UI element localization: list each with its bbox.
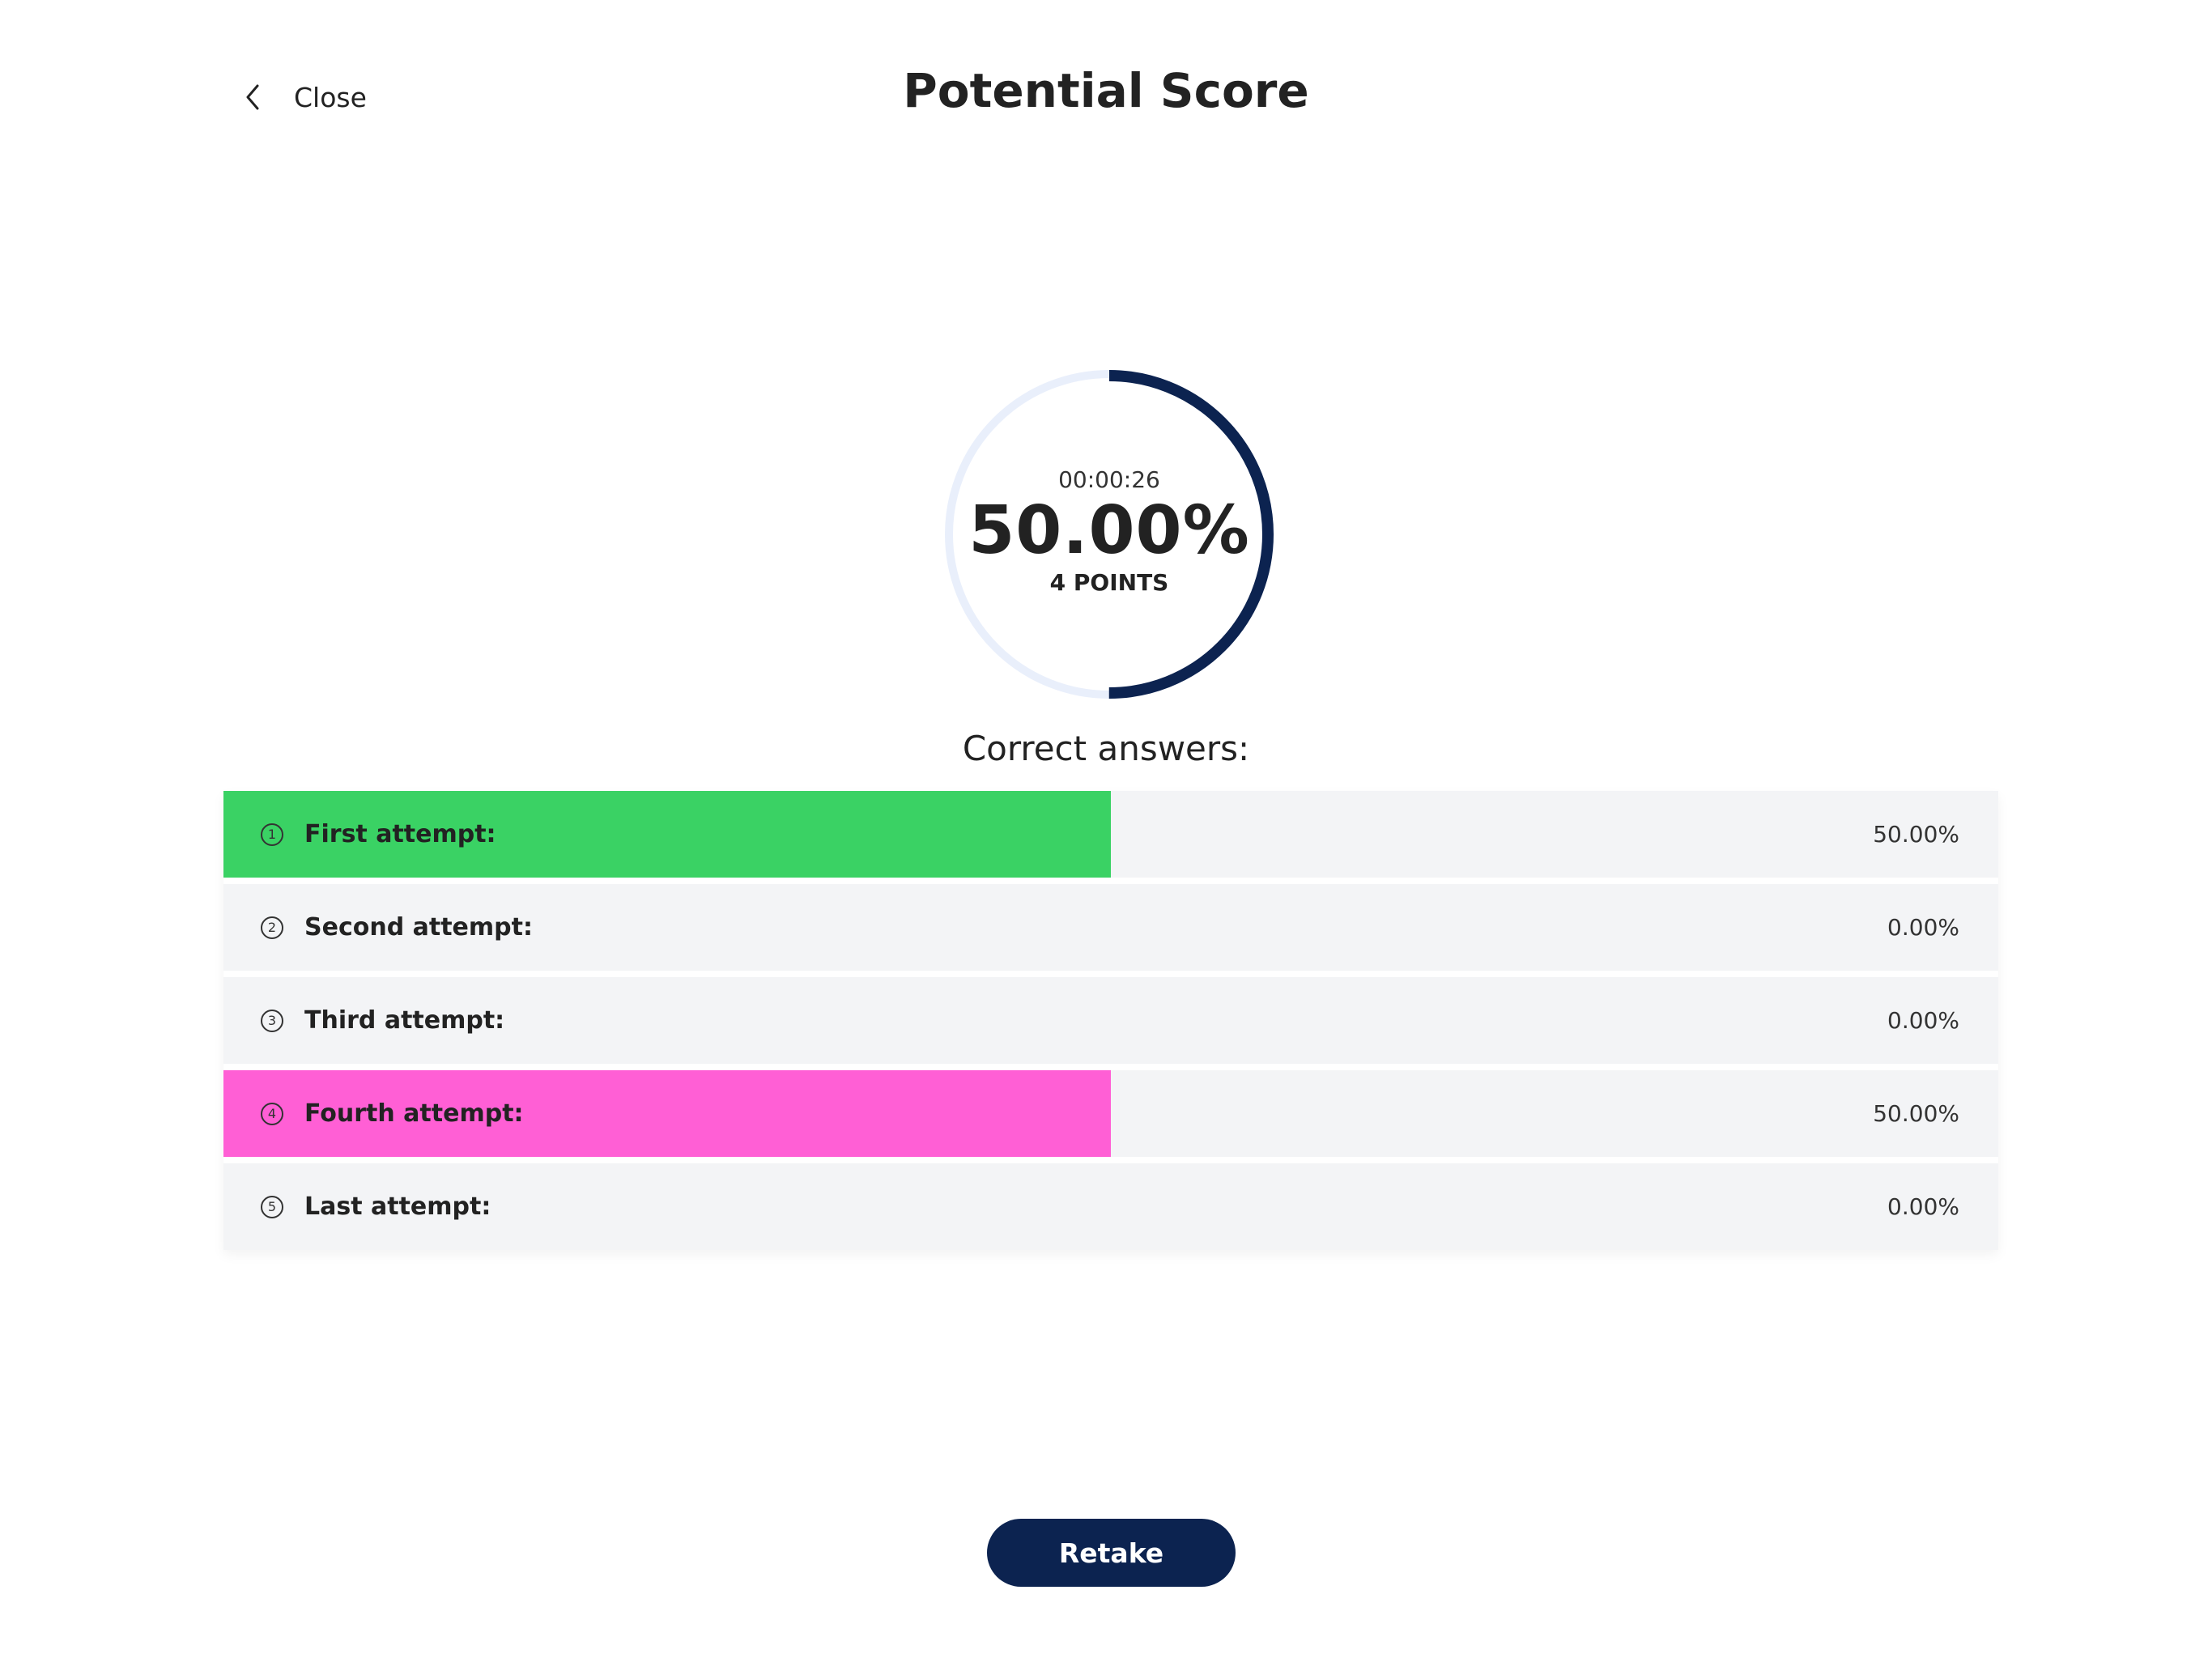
attempt-number-icon: 3: [261, 1009, 283, 1032]
attempt-label-group: 5 Last attempt:: [261, 1163, 491, 1250]
attempt-label: Second attempt:: [304, 913, 533, 942]
attempt-label: Fourth attempt:: [304, 1099, 524, 1128]
attempt-percent: 50.00%: [1873, 821, 1959, 848]
retake-button[interactable]: Retake: [987, 1519, 1236, 1587]
attempt-label-group: 4 Fourth attempt:: [261, 1070, 524, 1157]
elapsed-timer: 00:00:26: [1058, 466, 1160, 493]
attempt-label: First attempt:: [304, 820, 496, 848]
attempt-number-icon: 2: [261, 916, 283, 939]
attempt-label-group: 3 Third attempt:: [261, 977, 504, 1064]
correct-answers-title: Correct answers:: [962, 729, 1250, 768]
attempt-label: Last attempt:: [304, 1192, 491, 1221]
attempt-percent: 0.00%: [1887, 1007, 1959, 1034]
score-points: 4 POINTS: [1049, 569, 1169, 597]
attempt-row: 4 Fourth attempt: 50.00%: [223, 1070, 1998, 1157]
attempt-row: 1 First attempt: 50.00%: [223, 791, 1998, 878]
attempt-row: 3 Third attempt: 0.00%: [223, 977, 1998, 1064]
attempt-number-icon: 4: [261, 1102, 283, 1125]
attempt-percent: 50.00%: [1873, 1100, 1959, 1127]
page-title: Potential Score: [903, 63, 1309, 118]
attempt-percent: 0.00%: [1887, 914, 1959, 941]
attempt-number-icon: 5: [261, 1195, 283, 1218]
attempt-label-group: 2 Second attempt:: [261, 884, 533, 971]
attempt-label-group: 1 First attempt:: [261, 791, 496, 878]
attempts-list: 1 First attempt: 50.00% 2 Second attempt: 0.0…: [223, 791, 1998, 1250]
attempt-percent: 0.00%: [1887, 1193, 1959, 1220]
attempt-row: 5 Last attempt: 0.00%: [223, 1163, 1998, 1250]
score-summary: 00:00:26 50.00% 4 POINTS: [939, 364, 1279, 704]
attempt-number-icon: 1: [261, 823, 283, 846]
attempt-row: 2 Second attempt: 0.00%: [223, 884, 1998, 971]
attempt-label: Third attempt:: [304, 1006, 505, 1035]
score-ring: 00:00:26 50.00% 4 POINTS: [939, 364, 1279, 704]
score-percent: 50.00%: [968, 491, 1250, 569]
